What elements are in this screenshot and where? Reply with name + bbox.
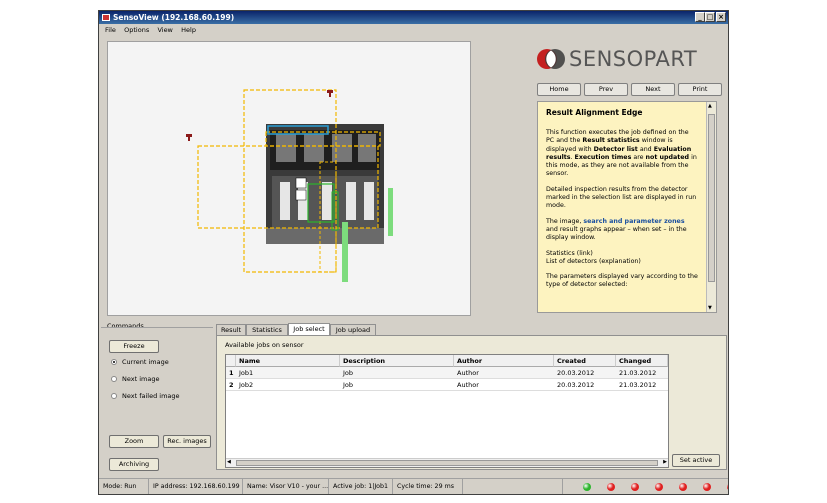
tab-statistics[interactable]: Statistics: [246, 324, 288, 335]
table-row[interactable]: 1 Job1 Job Author 20.03.2012 21.03.2012: [226, 367, 668, 379]
scroll-thumb[interactable]: [236, 460, 658, 466]
row-author: Author: [457, 381, 479, 389]
status-mode: Mode: Run: [99, 479, 149, 494]
row-changed: 21.03.2012: [619, 369, 657, 377]
status-led-icon: [703, 483, 711, 491]
scroll-thumb[interactable]: [708, 114, 715, 282]
column-created[interactable]: Created: [554, 355, 616, 367]
help-scrollbar[interactable]: ▲ ▼: [706, 102, 716, 312]
app-icon: [102, 14, 110, 21]
commands-panel: Freeze Current image Next image Next fai…: [101, 327, 213, 477]
row-name: Job2: [239, 381, 254, 389]
sensopart-logo: SENSOPART: [535, 45, 727, 75]
minimize-button[interactable]: _: [695, 12, 705, 22]
menu-options[interactable]: Options: [124, 26, 149, 34]
job-select-panel: Available jobs on sensor Name Descriptio…: [216, 335, 727, 470]
jobs-caption: Available jobs on sensor: [225, 341, 304, 349]
anchor-pin-icon[interactable]: [186, 134, 192, 141]
row-created: 20.03.2012: [557, 369, 595, 377]
set-active-button[interactable]: Set active: [672, 454, 720, 467]
status-led-icon: [679, 483, 687, 491]
status-led-icon: [655, 483, 663, 491]
row-description: Job: [343, 381, 354, 389]
row-created: 20.03.2012: [557, 381, 595, 389]
help-paragraph: The image, search and parameter zones an…: [546, 217, 687, 242]
radio-icon: [111, 393, 117, 399]
anchor-pin-icon[interactable]: [327, 90, 333, 97]
menu-file[interactable]: File: [105, 26, 116, 34]
help-title: Result Alignment Edge: [546, 108, 643, 117]
status-led-icon: [607, 483, 615, 491]
rec-images-button[interactable]: Rec. images: [163, 435, 211, 448]
close-button[interactable]: ×: [716, 12, 726, 22]
tab-result[interactable]: Result: [216, 324, 246, 335]
row-author: Author: [457, 369, 479, 377]
status-ip: IP address: 192.168.60.199: [149, 479, 243, 494]
help-paragraph: Detailed inspection results from the det…: [546, 185, 697, 210]
freeze-button[interactable]: Freeze: [109, 340, 159, 353]
help-panel: Result Alignment Edge This function exec…: [537, 101, 717, 313]
help-link[interactable]: search and parameter zones: [583, 218, 684, 225]
menu-bar: File Options View Help: [99, 24, 728, 36]
status-active-job: Active job: 1|Job1: [329, 479, 393, 494]
column-author[interactable]: Author: [454, 355, 554, 367]
result-bar: [342, 222, 348, 282]
jobs-table[interactable]: Name Description Author Created Changed …: [225, 354, 669, 468]
menu-help[interactable]: Help: [181, 26, 196, 34]
status-led-icon: [727, 483, 728, 491]
title-bar: SensoView (192.168.60.199) _ □ ×: [99, 11, 728, 24]
row-changed: 21.03.2012: [619, 381, 657, 389]
status-bar: Mode: Run IP address: 192.168.60.199 Nam…: [99, 478, 728, 494]
app-window: SensoView (192.168.60.199) _ □ × File Op…: [98, 10, 729, 495]
image-viewer[interactable]: [107, 41, 471, 316]
tab-job-upload[interactable]: Job upload: [330, 324, 376, 335]
radio-next-image[interactable]: Next image: [111, 375, 159, 384]
column-changed[interactable]: Changed: [616, 355, 668, 367]
statistics-link[interactable]: Statistics (link): [546, 250, 593, 257]
detector-list-link[interactable]: List of detectors (explanation): [546, 258, 641, 265]
archiving-button[interactable]: Archiving: [109, 458, 159, 471]
row-description: Job: [343, 369, 354, 377]
radio-selected-icon: [111, 359, 117, 365]
radio-next-failed-image[interactable]: Next failed image: [111, 392, 180, 401]
scroll-up-icon[interactable]: ▲: [708, 103, 712, 109]
scroll-left-icon[interactable]: ◀: [227, 459, 231, 465]
maximize-button[interactable]: □: [705, 12, 715, 22]
tab-job-select[interactable]: Job select: [288, 323, 330, 335]
menu-view[interactable]: View: [157, 26, 172, 34]
print-button[interactable]: Print: [678, 83, 722, 96]
scroll-right-icon[interactable]: ▶: [663, 459, 667, 465]
next-button[interactable]: Next: [631, 83, 675, 96]
table-hscrollbar[interactable]: ◀ ▶: [226, 458, 668, 467]
column-description[interactable]: Description: [340, 355, 454, 367]
status-led-icon: [583, 483, 591, 491]
table-row[interactable]: 2 Job2 Job Author 20.03.2012 21.03.2012: [226, 379, 668, 391]
window-title: SensoView (192.168.60.199): [113, 13, 235, 22]
status-name: Name: Visor V10 - your ...: [243, 479, 329, 494]
help-paragraph: The parameters displayed vary according …: [546, 273, 698, 289]
home-button[interactable]: Home: [537, 83, 581, 96]
scroll-down-icon[interactable]: ▼: [708, 305, 712, 311]
radio-current-image[interactable]: Current image: [111, 358, 169, 367]
help-paragraph: This function executes the job defined o…: [546, 129, 697, 178]
help-paragraph: Statistics (link) List of detectors (exp…: [546, 250, 698, 267]
result-bar: [388, 188, 393, 236]
row-name: Job1: [239, 369, 254, 377]
sensor-image: [186, 89, 393, 282]
column-name[interactable]: Name: [236, 355, 340, 367]
status-cycle-time: Cycle time: 29 ms: [393, 479, 463, 494]
logo-mark-icon: [537, 49, 565, 69]
prev-button[interactable]: Prev: [584, 83, 628, 96]
status-led-icon: [631, 483, 639, 491]
radio-icon: [111, 376, 117, 382]
zoom-button[interactable]: Zoom: [109, 435, 159, 448]
